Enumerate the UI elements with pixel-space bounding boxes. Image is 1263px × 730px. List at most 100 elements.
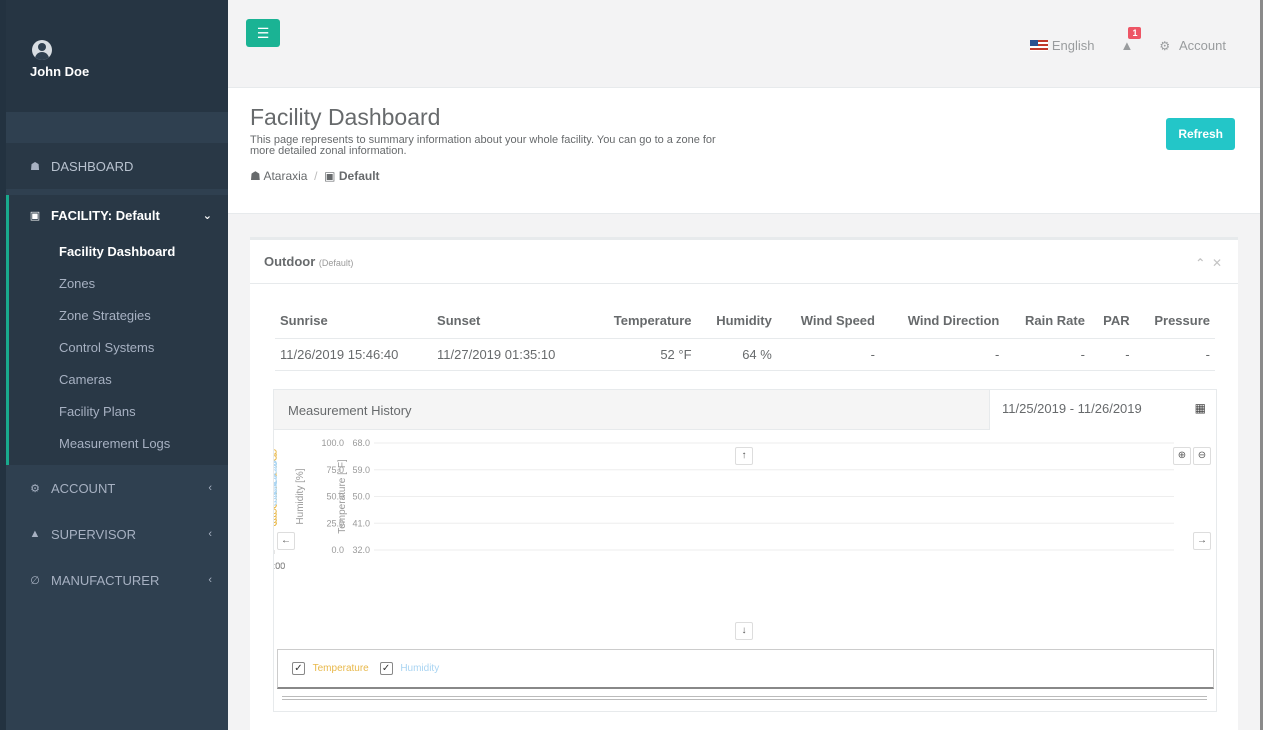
- data-point: [274, 449, 277, 455]
- checkbox-checked-icon[interactable]: ✓: [292, 662, 305, 675]
- zoom-in-button[interactable]: ⊕: [1173, 447, 1191, 465]
- measurement-history-header: Measurement History 11/25/2019 - 11/26/2…: [274, 390, 1216, 430]
- profile: John Doe: [6, 0, 228, 112]
- factory-icon: ▣: [324, 169, 336, 183]
- legend-humidity[interactable]: ✓ Humidity: [379, 662, 440, 675]
- col-humidity: Humidity: [696, 304, 777, 339]
- user-avatar-icon[interactable]: [32, 40, 52, 60]
- pan-left-button[interactable]: ←: [277, 532, 295, 550]
- col-wind-speed: Wind Speed: [776, 304, 880, 339]
- user-name[interactable]: John Doe: [30, 64, 228, 79]
- outdoor-panel: Outdoor (Default) ⌃ ✕ Sunrise Sunset Tem…: [250, 237, 1238, 730]
- table-cell: -: [1089, 338, 1135, 371]
- divider: [282, 696, 1207, 700]
- y-right-tick-label: 32.0: [352, 545, 370, 555]
- refresh-button[interactable]: Refresh: [1166, 118, 1235, 150]
- breadcrumb-default: Default: [338, 169, 380, 183]
- zoom-out-button[interactable]: ⊖: [1193, 447, 1211, 465]
- y-right-axis-label: Temperature [°F]: [337, 459, 348, 534]
- chevron-down-icon: ⌄: [202, 209, 212, 222]
- chart-legend: ✓ Temperature ✓ Humidity: [277, 649, 1214, 689]
- y-right-tick-label: 59.0: [352, 465, 370, 475]
- home-icon: ☗: [250, 169, 261, 183]
- sidebar: John Doe ☗ DASHBOARD ▣ FACILITY: Default…: [0, 0, 228, 730]
- submenu-measurement-logs[interactable]: Measurement Logs: [9, 427, 228, 459]
- pan-down-button[interactable]: ↓: [735, 622, 753, 640]
- sidebar-item-label: MANUFACTURER: [51, 572, 160, 588]
- chevron-left-icon: ‹: [208, 482, 212, 494]
- pan-up-button[interactable]: ↑: [735, 447, 753, 465]
- measurement-history-panel: Measurement History 11/25/2019 - 11/26/2…: [273, 389, 1217, 712]
- page-description: This page represents to summary informat…: [250, 134, 716, 157]
- sidebar-item-manufacturer[interactable]: ∅ MANUFACTURER ‹: [6, 557, 228, 603]
- sidebar-item-label: SUPERVISOR: [51, 526, 137, 542]
- top-navbar: ☰ English ▲ 1 ⚙ Account: [228, 0, 1260, 88]
- measurement-history-title: Measurement History: [288, 403, 412, 418]
- submenu-control-systems[interactable]: Control Systems: [9, 331, 228, 363]
- sidebar-item-label: FACILITY: Default: [51, 207, 160, 223]
- wrench-icon: ∅: [30, 574, 40, 587]
- sidebar-item-supervisor[interactable]: ▲ SUPERVISOR ‹: [6, 511, 228, 557]
- page-heading: Facility Dashboard This page represents …: [228, 88, 1260, 214]
- account-menu[interactable]: ⚙ Account: [1159, 38, 1226, 53]
- col-wind-direction: Wind Direction: [879, 304, 1005, 339]
- chevron-left-icon: ‹: [208, 574, 212, 586]
- chevron-left-icon: ‹: [208, 528, 212, 540]
- y-left-tick-label: 100.0: [321, 438, 344, 448]
- gear-icon: ⚙: [30, 482, 40, 495]
- factory-icon: ▣: [29, 209, 41, 222]
- y-right-tick-label: 41.0: [352, 518, 370, 528]
- close-icon[interactable]: ✕: [1212, 256, 1222, 270]
- breadcrumb: ☗ Ataraxia / ▣ Default: [250, 169, 1260, 183]
- y-right-tick-label: 68.0: [352, 438, 370, 448]
- x-tick-label: 12:00: [274, 561, 285, 571]
- table-cell: -: [776, 338, 880, 371]
- table-cell: -: [879, 338, 1005, 371]
- submenu-cameras[interactable]: Cameras: [9, 363, 228, 395]
- sidebar-item-label: ACCOUNT: [51, 480, 116, 496]
- y-left-axis-label: Humidity [%]: [295, 468, 306, 524]
- table-cell: -: [1004, 338, 1090, 371]
- table-cell: 11/27/2019 01:35:10: [432, 338, 590, 371]
- col-sunrise: Sunrise: [275, 304, 433, 339]
- outdoor-table: Sunrise Sunset Temperature Humidity Wind…: [275, 304, 1215, 371]
- menu-toggle-button[interactable]: ☰: [246, 19, 280, 47]
- date-range-value: 11/25/2019 - 11/26/2019: [1002, 401, 1142, 416]
- legend-label: Temperature: [312, 663, 369, 675]
- calendar-icon[interactable]: ▦: [1195, 401, 1206, 415]
- sidebar-item-account[interactable]: ⚙ ACCOUNT ‹: [6, 465, 228, 511]
- col-par: PAR: [1089, 304, 1135, 339]
- sidebar-item-dashboard[interactable]: ☗ DASHBOARD: [6, 143, 228, 189]
- submenu-zone-strategies[interactable]: Zone Strategies: [9, 299, 228, 331]
- sidebar-item-facility[interactable]: ▣ FACILITY: Default ⌄: [6, 195, 228, 235]
- outdoor-panel-title: Outdoor (Default) ⌃ ✕: [250, 240, 1238, 284]
- data-point: [274, 477, 277, 484]
- col-pressure: Pressure: [1134, 304, 1215, 339]
- pan-right-button[interactable]: →: [1193, 532, 1211, 550]
- lock-icon: ▲: [29, 528, 41, 540]
- col-rain-rate: Rain Rate: [1004, 304, 1090, 339]
- legend-label: Humidity: [400, 663, 440, 675]
- breadcrumb-separator: /: [310, 169, 321, 183]
- main-content: ☰ English ▲ 1 ⚙ Account Facility Dashboa…: [228, 0, 1263, 730]
- submenu-facility-dashboard[interactable]: Facility Dashboard: [9, 235, 228, 267]
- table-cell: 52 °F: [589, 338, 697, 371]
- y-left-tick-label: 0.0: [331, 545, 344, 555]
- language-selector[interactable]: English: [1029, 38, 1094, 53]
- notification-badge: 1: [1128, 27, 1142, 39]
- collapse-icon[interactable]: ⌃: [1195, 256, 1205, 270]
- breadcrumb-ataraxia[interactable]: Ataraxia: [263, 169, 307, 183]
- facility-submenu: Facility Dashboard Zones Zone Strategies…: [6, 235, 228, 465]
- gear-icon: ⚙: [1159, 39, 1171, 53]
- data-point: [274, 469, 277, 475]
- notifications-button[interactable]: ▲ 1: [1120, 27, 1142, 53]
- submenu-facility-plans[interactable]: Facility Plans: [9, 395, 228, 427]
- bell-icon: ▲: [1120, 38, 1134, 53]
- date-range-picker[interactable]: 11/25/2019 - 11/26/2019 ▦: [989, 390, 1216, 430]
- legend-temperature[interactable]: ✓ Temperature: [292, 662, 369, 675]
- table-row: 11/26/2019 15:46:40 11/27/2019 01:35:10 …: [275, 338, 1215, 371]
- sidebar-item-label: DASHBOARD: [51, 158, 134, 174]
- checkbox-checked-icon[interactable]: ✓: [379, 662, 393, 675]
- table-cell: 11/26/2019 15:46:40: [275, 338, 433, 371]
- submenu-zones[interactable]: Zones: [9, 267, 228, 299]
